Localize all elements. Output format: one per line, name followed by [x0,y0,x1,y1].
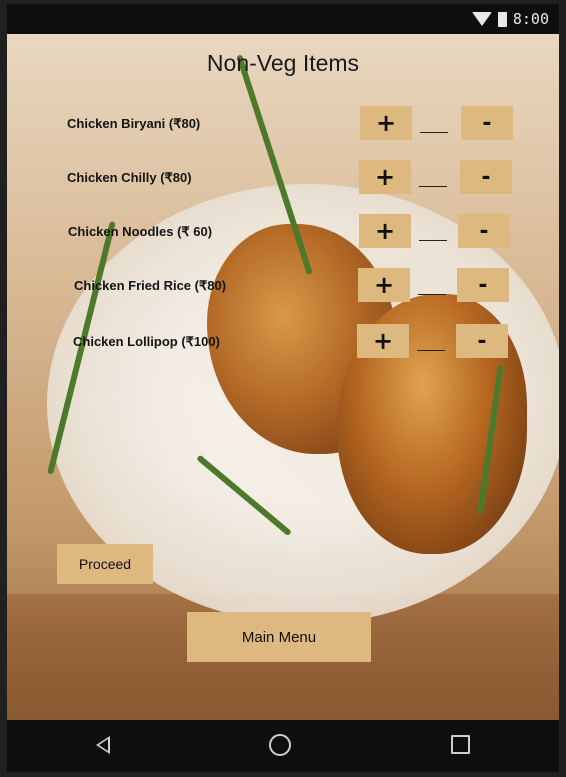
back-icon[interactable] [95,736,110,754]
decrement-button[interactable]: - [461,106,513,140]
list-item: Chicken Lollipop (₹100) + - [7,324,559,360]
increment-button[interactable]: + [358,268,410,302]
wifi-icon [471,12,492,26]
item-label: Chicken Noodles (₹ 60) [68,224,213,239]
decrement-button[interactable]: - [458,214,510,248]
item-label: Chicken Fried Rice (₹80) [74,278,227,293]
increment-button[interactable]: + [359,214,411,248]
item-label: Chicken Biryani (₹80) [67,116,201,131]
home-icon[interactable] [269,734,291,756]
item-label: Chicken Chilly (₹80) [67,170,192,185]
quantity-display [417,350,445,351]
quantity-display [420,132,448,133]
list-item: Chicken Fried Rice (₹80) + - [7,268,559,304]
quantity-display [419,186,447,187]
decrement-button[interactable]: - [460,160,512,194]
page-title: Non-Veg Items [206,50,360,76]
increment-button[interactable]: + [360,106,412,140]
status-icons: 8:00 [471,10,549,28]
increment-button[interactable]: + [359,160,411,194]
increment-button[interactable]: + [357,324,409,358]
list-item: Chicken Chilly (₹80) + - [7,160,559,196]
navigation-bar [7,720,559,772]
recents-icon[interactable] [451,735,470,754]
proceed-button[interactable]: Proceed [57,544,153,584]
device-frame: 8:00 Non-Veg Items Chicken Biryani (₹80)… [0,0,566,777]
clock: 8:00 [512,10,549,28]
battery-icon [497,11,507,27]
quantity-display [419,240,447,241]
app-screen: Non-Veg Items Chicken Biryani (₹80) + - … [7,34,559,720]
list-item: Chicken Noodles (₹ 60) + - [7,214,559,250]
quantity-display [418,294,446,295]
decrement-button[interactable]: - [457,268,509,302]
list-item: Chicken Biryani (₹80) + - [7,106,559,142]
main-menu-button[interactable]: Main Menu [187,612,371,662]
item-label: Chicken Lollipop (₹100) [73,334,220,349]
decrement-button[interactable]: - [456,324,508,358]
status-bar: 8:00 [7,4,559,34]
